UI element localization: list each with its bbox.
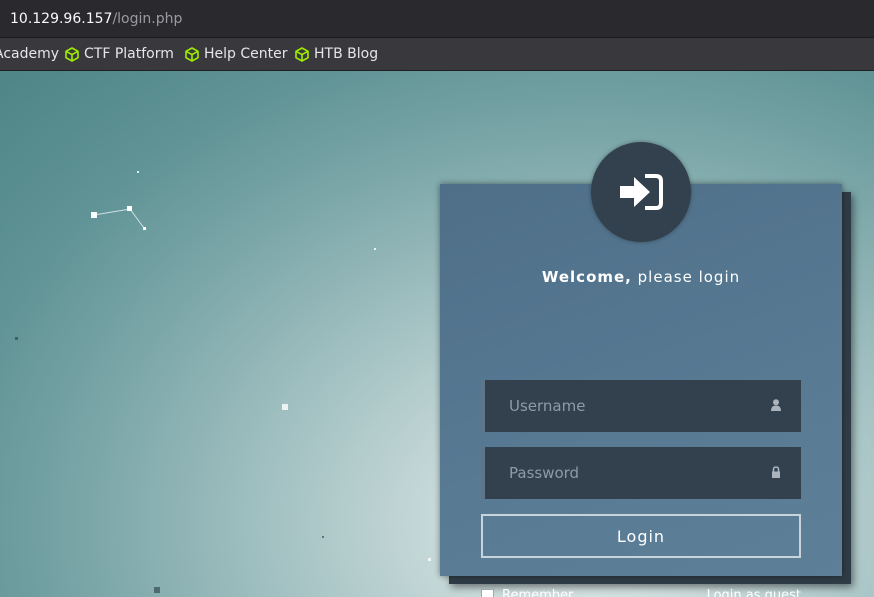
address-bar[interactable]: 10.129.96.157/login.php bbox=[0, 0, 874, 38]
bookmarks-toolbar: Academy CTF Platform Help Center HTB Blo… bbox=[0, 38, 874, 71]
page-background: Welcome, please login Login Remember Log… bbox=[0, 71, 874, 597]
url-path: /login.php bbox=[112, 11, 183, 27]
bookmark-label: Academy bbox=[0, 46, 60, 62]
password-input[interactable] bbox=[485, 447, 745, 499]
password-field bbox=[481, 447, 801, 499]
login-button[interactable]: Login bbox=[481, 514, 801, 558]
remember-label: Remember bbox=[502, 588, 574, 597]
username-input[interactable] bbox=[485, 380, 745, 432]
htb-cube-icon bbox=[295, 47, 309, 62]
welcome-heading: Welcome, please login bbox=[440, 268, 842, 286]
bookmark-academy[interactable]: Academy bbox=[0, 46, 59, 63]
login-avatar bbox=[591, 142, 691, 242]
bookmark-label: HTB Blog bbox=[314, 46, 379, 62]
bookmark-htb-blog[interactable]: HTB Blog bbox=[295, 46, 378, 63]
particle bbox=[374, 248, 376, 250]
htb-cube-icon bbox=[185, 47, 199, 62]
htb-cube-icon bbox=[65, 47, 79, 62]
particle bbox=[15, 337, 18, 340]
bookmark-label: Help Center bbox=[204, 46, 288, 62]
particle bbox=[322, 536, 324, 538]
bookmark-help-center[interactable]: Help Center bbox=[185, 46, 288, 63]
particle bbox=[428, 558, 431, 561]
login-card: Welcome, please login Login Remember Log… bbox=[440, 142, 842, 597]
login-as-guest-link[interactable]: Login as guest bbox=[707, 588, 801, 597]
remember-option[interactable]: Remember bbox=[481, 588, 573, 597]
sign-in-icon bbox=[620, 174, 663, 210]
remember-checkbox[interactable] bbox=[481, 589, 494, 597]
particle bbox=[154, 587, 160, 593]
welcome-bold: Welcome, bbox=[541, 268, 632, 286]
url-host: 10.129.96.157 bbox=[10, 11, 113, 27]
lock-icon bbox=[772, 466, 780, 478]
url-text[interactable]: 10.129.96.157/login.php bbox=[10, 10, 182, 28]
welcome-rest: please login bbox=[631, 268, 741, 286]
particle bbox=[282, 404, 288, 410]
particle bbox=[137, 171, 139, 173]
user-icon bbox=[771, 399, 781, 411]
bookmark-label: CTF Platform bbox=[84, 46, 174, 62]
username-field bbox=[481, 380, 801, 432]
particle-constellation bbox=[91, 206, 146, 230]
bookmark-ctf-platform[interactable]: CTF Platform bbox=[65, 46, 174, 63]
